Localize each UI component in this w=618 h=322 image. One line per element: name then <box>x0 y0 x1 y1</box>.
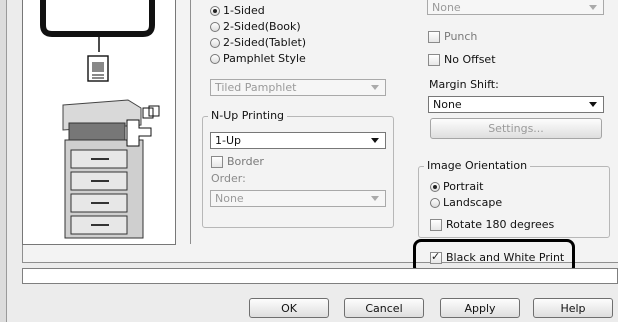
chevron-down-icon <box>589 102 597 107</box>
dialog-left-border <box>0 0 7 322</box>
radio-indicator <box>210 21 220 32</box>
chevron-down-icon <box>371 196 379 201</box>
radio-2-sided-tablet[interactable]: 2-Sided(Tablet) <box>210 36 306 49</box>
help-button[interactable]: Help <box>533 298 613 318</box>
pamphlet-select[interactable]: Tiled Pamphlet <box>210 79 386 96</box>
radio-1-sided[interactable]: 1-Sided <box>210 4 265 17</box>
order-label: Order: <box>211 172 246 185</box>
order-select-value: None <box>215 192 244 205</box>
radio-indicator <box>430 181 440 192</box>
punch-checkbox[interactable]: Punch <box>428 30 477 43</box>
no-offset-label: No Offset <box>444 53 496 66</box>
radio-indicator <box>430 197 440 208</box>
radio-label: Pamphlet Style <box>223 52 306 65</box>
ok-button[interactable]: OK <box>249 298 329 318</box>
radio-label: Portrait <box>443 180 484 193</box>
border-checkbox[interactable]: Border <box>211 155 264 168</box>
checkbox-box <box>430 250 442 264</box>
rotate-180-checkbox[interactable]: Rotate 180 degrees <box>430 218 554 231</box>
radio-2-sided-book[interactable]: 2-Sided(Book) <box>210 20 301 33</box>
nup-select[interactable]: 1-Up <box>210 132 386 149</box>
apply-button[interactable]: Apply <box>440 298 520 318</box>
no-offset-checkbox[interactable]: No Offset <box>428 53 496 66</box>
black-and-white-print-checkbox[interactable]: Black and White Print <box>430 250 565 264</box>
printer-preview-panel <box>22 0 176 245</box>
checkbox-box <box>428 53 440 66</box>
status-strip <box>22 268 618 284</box>
radio-landscape[interactable]: Landscape <box>430 196 502 209</box>
radio-label: 2-Sided(Book) <box>223 20 301 33</box>
chevron-down-icon <box>371 85 379 90</box>
checkbox-box <box>428 30 440 43</box>
document-page-icon <box>87 55 109 82</box>
black-and-white-print-label: Black and White Print <box>446 251 565 264</box>
chevron-down-icon <box>371 138 379 143</box>
radio-label: 1-Sided <box>223 4 265 17</box>
settings-button[interactable]: Settings... <box>430 118 602 139</box>
chevron-down-icon <box>589 4 597 10</box>
punch-label: Punch <box>444 30 478 43</box>
multifunction-printer-icon <box>62 99 160 239</box>
margin-shift-value: None <box>433 98 462 111</box>
order-select[interactable]: None <box>210 190 386 207</box>
checkbox-box <box>430 218 442 231</box>
radio-portrait[interactable]: Portrait <box>430 180 483 193</box>
margin-shift-label: Margin Shift: <box>429 78 499 91</box>
pamphlet-select-value: Tiled Pamphlet <box>215 81 297 94</box>
radio-indicator <box>210 53 220 64</box>
margin-shift-select[interactable]: None <box>428 96 604 113</box>
border-label: Border <box>227 155 264 168</box>
radio-label: Landscape <box>443 196 503 209</box>
printer-preview-illustration <box>40 0 160 239</box>
panel-divider <box>190 0 191 244</box>
cancel-button[interactable]: Cancel <box>344 298 424 318</box>
checkbox-box <box>211 155 223 168</box>
radio-indicator <box>210 37 220 48</box>
radio-indicator <box>210 5 220 16</box>
finishing-top-select-value: None <box>432 0 461 14</box>
image-orientation-legend: Image Orientation <box>424 159 531 172</box>
nup-select-value: 1-Up <box>215 134 242 147</box>
radio-label: 2-Sided(Tablet) <box>223 36 307 49</box>
nup-legend: N-Up Printing <box>208 109 288 122</box>
rotate-180-label: Rotate 180 degrees <box>446 218 555 231</box>
finishing-top-select[interactable]: None <box>427 0 604 15</box>
radio-pamphlet-style[interactable]: Pamphlet Style <box>210 52 306 65</box>
